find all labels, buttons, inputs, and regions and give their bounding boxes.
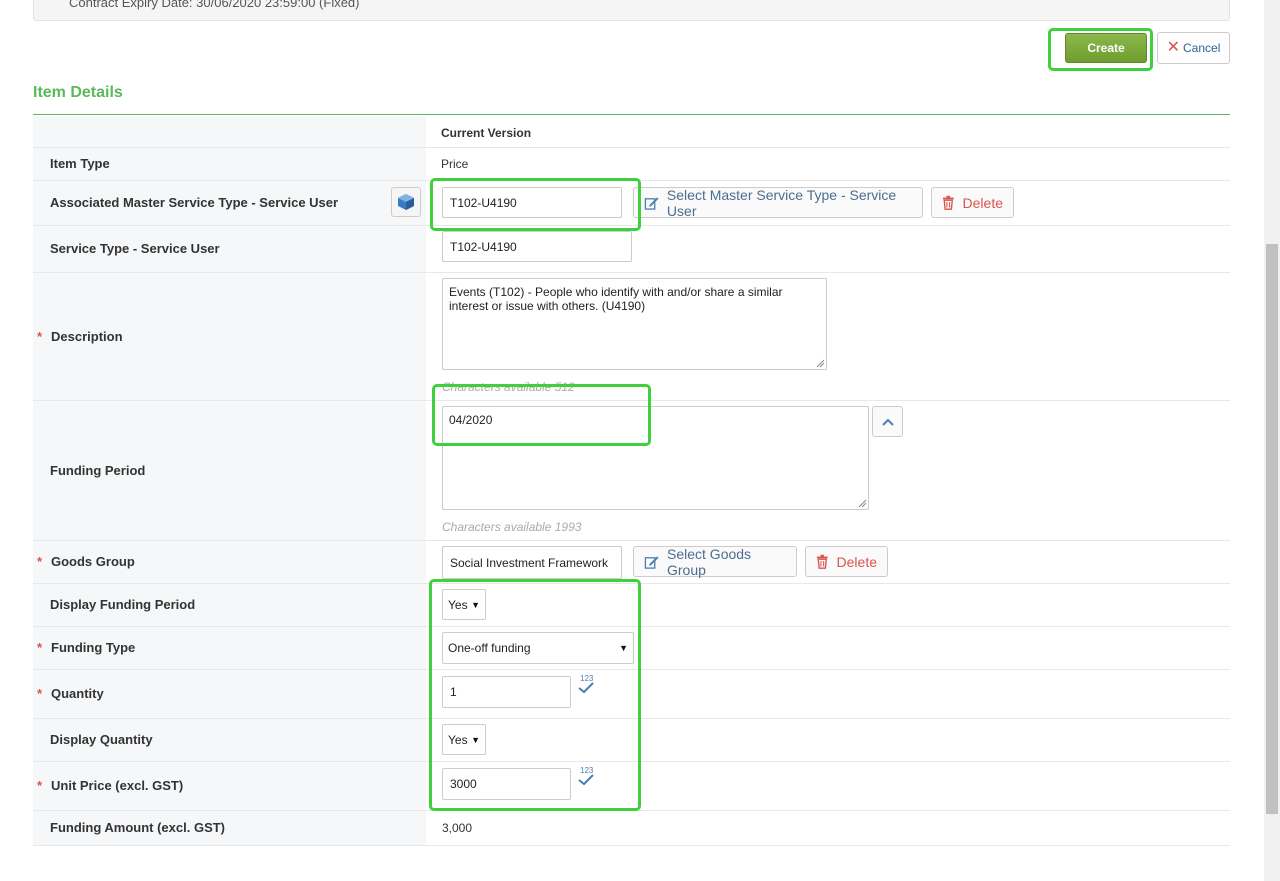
item-type-label: Item Type xyxy=(50,156,110,171)
required-marker: * xyxy=(37,640,43,655)
unit-price-input[interactable]: 3000 xyxy=(442,768,571,800)
description-char-count: Characters available 512 xyxy=(442,380,575,394)
section-title: Item Details xyxy=(33,84,123,101)
dropdown-arrow-icon: ▼ xyxy=(619,643,628,653)
row-divider xyxy=(33,272,1230,273)
display-funding-period-select[interactable]: Yes ▼ xyxy=(442,589,486,620)
cube-icon xyxy=(398,194,414,210)
create-button[interactable]: Create xyxy=(1065,33,1147,63)
service-type-label: Service Type - Service User xyxy=(50,241,220,256)
resize-handle-icon xyxy=(816,359,825,368)
dropdown-arrow-icon: ▼ xyxy=(471,734,480,745)
row-divider xyxy=(33,718,1230,719)
funding-period-label: Funding Period xyxy=(50,463,146,478)
delete-goods-group-button[interactable]: Delete xyxy=(805,546,888,577)
display-quantity-label: Display Quantity xyxy=(50,732,153,747)
contract-expiry-text: Contract Expiry Date: 30/06/2020 23:59:0… xyxy=(69,0,360,10)
scrollbar-thumb[interactable] xyxy=(1266,244,1278,814)
select-master-service-type-button[interactable]: Select Master Service Type - Service Use… xyxy=(633,186,923,219)
master-service-type-input[interactable]: T102-U4190 xyxy=(442,187,622,218)
cancel-label: Cancel xyxy=(1183,41,1221,55)
required-marker: * xyxy=(37,778,43,793)
row-divider xyxy=(33,400,1230,401)
row-divider xyxy=(33,761,1230,762)
dropdown-arrow-icon: ▼ xyxy=(471,599,480,610)
column-header-current-version: Current Version xyxy=(441,126,532,140)
service-type-input[interactable]: T102-U4190 xyxy=(442,231,632,262)
row-divider xyxy=(33,626,1230,627)
funding-period-text: 04/2020 xyxy=(449,413,493,427)
required-marker: * xyxy=(37,329,43,344)
required-marker: * xyxy=(37,686,43,701)
edit-icon xyxy=(644,555,659,569)
display-quantity-select[interactable]: Yes ▼ xyxy=(442,724,486,755)
delete-master-service-type-button[interactable]: Delete xyxy=(931,187,1014,218)
quantity-label: Quantity xyxy=(51,686,104,701)
contract-info-panel: Contract Expiry Date: 30/06/2020 23:59:0… xyxy=(33,0,1230,21)
select-goods-group-button[interactable]: Select Goods Group xyxy=(633,545,797,578)
goods-group-input[interactable]: Social Investment Framework xyxy=(442,546,622,579)
funding-type-value: One-off funding xyxy=(448,641,531,655)
resize-handle-icon xyxy=(858,499,867,508)
funding-type-label: Funding Type xyxy=(51,640,136,655)
cancel-button[interactable]: ✕ Cancel xyxy=(1157,32,1230,64)
select-master-service-type-label: Select Master Service Type - Service Use… xyxy=(666,186,897,219)
description-label: Description xyxy=(51,329,123,344)
close-icon: ✕ xyxy=(1166,39,1181,56)
master-service-type-label: Associated Master Service Type - Service… xyxy=(50,195,339,210)
funding-period-char-count: Characters available 1993 xyxy=(442,520,582,534)
description-textarea[interactable]: Events (T102) - People who identify with… xyxy=(442,278,827,370)
goods-group-label: Goods Group xyxy=(51,554,135,569)
edit-icon xyxy=(644,196,659,210)
chevron-up-icon xyxy=(881,418,894,426)
item-type-value: Price xyxy=(441,157,469,171)
section-divider xyxy=(33,114,1230,115)
delete-label: Delete xyxy=(836,553,877,570)
trash-icon xyxy=(816,554,828,569)
display-quantity-value: Yes xyxy=(448,732,468,747)
unit-price-label: Unit Price (excl. GST) xyxy=(51,778,184,793)
funding-amount-value: 3,000 xyxy=(442,821,473,835)
display-funding-period-label: Display Funding Period xyxy=(50,597,196,612)
description-text: Events (T102) - People who identify with… xyxy=(449,285,783,313)
funding-amount-label: Funding Amount (excl. GST) xyxy=(50,820,226,835)
funding-type-select[interactable]: One-off funding ▼ xyxy=(442,632,634,664)
required-marker: * xyxy=(37,554,43,569)
row-divider xyxy=(33,147,1230,148)
trash-icon xyxy=(942,195,954,210)
delete-label: Delete xyxy=(962,194,1003,211)
row-divider xyxy=(33,810,1230,811)
numeric-validation-icon: 123 xyxy=(577,766,595,790)
row-divider xyxy=(33,669,1230,670)
display-funding-period-value: Yes xyxy=(448,597,468,612)
lookup-cube-button[interactable] xyxy=(391,187,421,217)
row-divider xyxy=(33,540,1230,541)
collapse-button[interactable] xyxy=(872,406,903,437)
row-divider xyxy=(33,180,1230,181)
row-divider xyxy=(33,583,1230,584)
select-goods-group-label: Select Goods Group xyxy=(667,545,752,578)
row-divider xyxy=(33,225,1230,226)
funding-period-textarea[interactable]: 04/2020 xyxy=(442,406,869,510)
quantity-input[interactable]: 1 xyxy=(442,676,571,708)
row-divider xyxy=(33,845,1230,846)
numeric-validation-icon: 123 xyxy=(577,674,595,698)
